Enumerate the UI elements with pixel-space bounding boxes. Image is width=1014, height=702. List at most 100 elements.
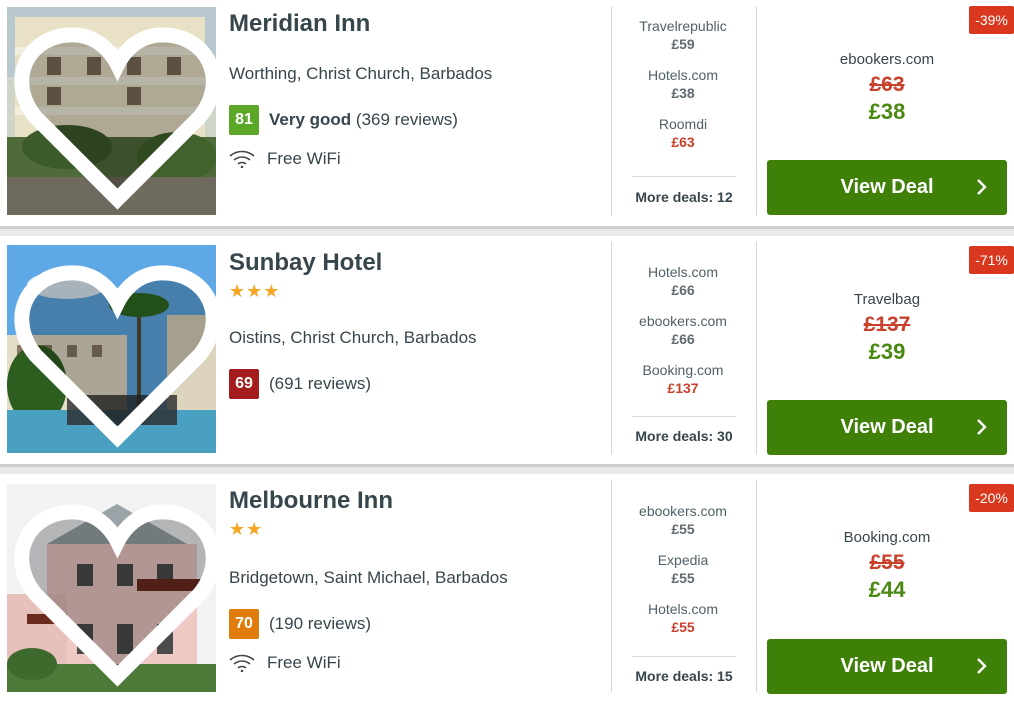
card-separator: [0, 226, 1014, 229]
hotel-rating: 70 (190 reviews): [229, 609, 371, 639]
review-count: (691 reviews): [269, 374, 372, 393]
chevron-right-icon: [977, 658, 987, 674]
view-deal-label: View Deal: [840, 176, 934, 198]
amenity-label: Free WiFi: [267, 653, 341, 672]
divider: [632, 416, 736, 417]
review-count: (369 reviews): [355, 110, 458, 129]
hotel-photo[interactable]: [7, 7, 216, 215]
deal-provider: Hotels.com: [647, 601, 719, 617]
star-rating: ★★★: [229, 281, 281, 301]
divider: [756, 480, 757, 692]
favorite-heart-icon[interactable]: [13, 13, 216, 215]
discount-badge: -71%: [969, 246, 1014, 274]
hotel-location: Worthing, Christ Church, Barbados: [229, 64, 493, 83]
divider: [611, 480, 612, 692]
view-deal-button[interactable]: View Deal: [767, 639, 1007, 694]
amenity-wifi: Free WiFi: [229, 653, 341, 673]
original-price: £137: [863, 313, 911, 336]
deal-price-current: £38: [868, 99, 906, 124]
best-deal-provider: Booking.com: [843, 529, 931, 546]
wifi-icon: [229, 654, 255, 672]
hotel-name[interactable]: Meridian Inn: [229, 10, 370, 38]
deal-price: £55: [671, 570, 695, 586]
deal-provider: ebookers.com: [639, 503, 727, 519]
deal-price: £55: [671, 619, 695, 635]
other-deals: ebookers.com £55 Expedia £55 Hotels.com …: [618, 503, 748, 650]
more-deals-link[interactable]: More deals: 30: [620, 428, 748, 444]
rating-score-badge: 70: [229, 609, 259, 639]
deal-item[interactable]: Hotels.com £38: [618, 67, 748, 116]
hotel-name[interactable]: Melbourne Inn: [229, 487, 393, 515]
deal-provider: ebookers.com: [639, 313, 727, 329]
deal-price: £137: [667, 380, 699, 396]
deal-item[interactable]: ebookers.com £55: [618, 503, 748, 552]
best-deal: Travelbag £137 £39: [770, 291, 1004, 367]
divider: [611, 6, 612, 216]
rating-label: Very good: [269, 110, 352, 129]
amenity-label: Free WiFi: [267, 149, 341, 168]
other-deals: Hotels.com £66 ebookers.com £66 Booking.…: [618, 264, 748, 411]
deal-item[interactable]: Booking.com £137: [618, 362, 748, 411]
chevron-right-icon: [977, 179, 987, 195]
review-count: (190 reviews): [269, 614, 372, 633]
view-deal-button[interactable]: View Deal: [767, 160, 1007, 215]
hotel-photo[interactable]: [7, 484, 216, 692]
deal-provider: Booking.com: [642, 362, 724, 378]
view-deal-label: View Deal: [840, 655, 934, 677]
best-deal: Booking.com £55 £44: [770, 529, 1004, 605]
rating-score-badge: 81: [229, 105, 259, 135]
divider: [756, 6, 757, 216]
deal-provider: Hotels.com: [647, 67, 719, 83]
hotel-photo[interactable]: [7, 245, 216, 453]
hotel-card[interactable]: Melbourne Inn ★★ Bridgetown, Saint Micha…: [0, 474, 1014, 702]
divider: [756, 242, 757, 454]
original-price: £63: [869, 73, 905, 96]
hotel-location: Oistins, Christ Church, Barbados: [229, 328, 477, 347]
deal-item[interactable]: Roomdi £63: [618, 116, 748, 165]
deal-price: £63: [671, 134, 695, 150]
deal-item[interactable]: Travelrepublic £59: [618, 18, 748, 67]
rating-score-badge: 69: [229, 369, 259, 399]
divider: [632, 176, 736, 177]
hotel-card[interactable]: Meridian Inn Worthing, Christ Church, Ba…: [0, 0, 1014, 226]
best-deal: ebookers.com £63 £38: [770, 51, 1004, 127]
hotel-card[interactable]: Sunbay Hotel ★★★ Oistins, Christ Church,…: [0, 236, 1014, 464]
discount-badge: -20%: [969, 484, 1014, 512]
best-deal-provider: ebookers.com: [839, 51, 935, 68]
favorite-heart-icon[interactable]: [13, 490, 216, 692]
deal-provider: Travelrepublic: [639, 18, 727, 34]
deal-provider: Expedia: [657, 552, 709, 568]
hotel-location: Bridgetown, Saint Michael, Barbados: [229, 568, 508, 587]
hotel-rating: 81 Very good (369 reviews): [229, 105, 458, 135]
deal-price: £66: [671, 331, 695, 347]
original-price: £55: [869, 551, 905, 574]
hotel-results-list: Meridian Inn Worthing, Christ Church, Ba…: [0, 0, 1014, 702]
favorite-heart-icon[interactable]: [13, 251, 216, 453]
deal-provider: Hotels.com: [647, 264, 719, 280]
deal-price: £55: [671, 521, 695, 537]
discount-badge: -39%: [969, 6, 1014, 34]
best-deal-provider: Travelbag: [853, 291, 921, 308]
divider: [611, 242, 612, 454]
view-deal-button[interactable]: View Deal: [767, 400, 1007, 455]
deal-item[interactable]: Hotels.com £66: [618, 264, 748, 313]
deal-price-current: £39: [868, 339, 906, 364]
deal-price: £38: [671, 85, 695, 101]
divider: [632, 656, 736, 657]
view-deal-label: View Deal: [840, 416, 934, 438]
deal-price: £59: [671, 36, 695, 52]
deal-item[interactable]: Expedia £55: [618, 552, 748, 601]
card-separator: [0, 464, 1014, 467]
hotel-name[interactable]: Sunbay Hotel: [229, 249, 382, 277]
deal-price: £66: [671, 282, 695, 298]
deal-provider: Roomdi: [658, 116, 708, 132]
more-deals-link[interactable]: More deals: 12: [620, 189, 748, 205]
star-rating: ★★: [229, 519, 264, 539]
amenity-wifi: Free WiFi: [229, 149, 341, 169]
deal-item[interactable]: ebookers.com £66: [618, 313, 748, 362]
chevron-right-icon: [977, 419, 987, 435]
deal-item[interactable]: Hotels.com £55: [618, 601, 748, 650]
hotel-rating: 69 (691 reviews): [229, 369, 371, 399]
more-deals-link[interactable]: More deals: 15: [620, 668, 748, 684]
other-deals: Travelrepublic £59 Hotels.com £38 Roomdi…: [618, 18, 748, 165]
